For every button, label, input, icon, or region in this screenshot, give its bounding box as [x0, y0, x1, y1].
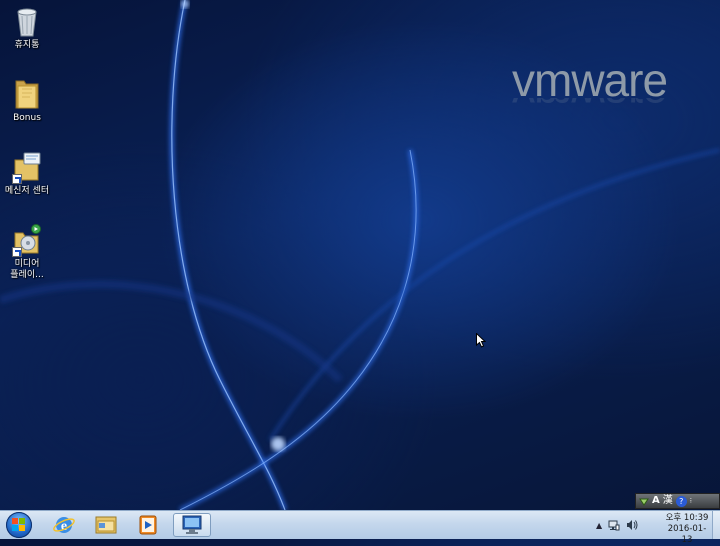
taskbar-internet-explorer[interactable]: e: [45, 513, 83, 537]
help-icon[interactable]: ?: [675, 495, 687, 507]
taskbar-media-player[interactable]: [129, 513, 167, 537]
file-explorer-icon: [95, 516, 117, 534]
messenger-center-icon: [12, 150, 42, 184]
messenger-center-shortcut[interactable]: 메신저 센터: [2, 150, 52, 197]
start-button[interactable]: [3, 512, 37, 538]
taskbar-vmware-tools[interactable]: [173, 513, 211, 537]
folder-icon: [12, 77, 42, 111]
bonus-folder-shortcut[interactable]: Bonus: [2, 77, 52, 124]
volume-icon[interactable]: [626, 519, 638, 531]
recycle-bin-shortcut[interactable]: 휴지통: [2, 4, 52, 51]
recycle-bin-label: 휴지통: [14, 40, 40, 50]
input-mode-button[interactable]: A: [652, 495, 660, 507]
clock-time: 오후 10:39: [665, 513, 709, 523]
input-method-icon[interactable]: [639, 496, 649, 506]
taskbar: e ▲ 오후 10:39 2016-01-13: [0, 510, 720, 545]
bonus-folder-label: Bonus: [13, 113, 41, 123]
desktop[interactable]: vmware vmware 휴지통 Bonus: [0, 0, 720, 510]
clock-date: 2016-01-13: [667, 524, 707, 545]
system-tray: ▲: [596, 517, 638, 533]
messenger-center-label: 메신저 센터: [4, 186, 50, 196]
recycle-bin-icon: [12, 4, 42, 38]
shortcut-arrow-icon: [12, 174, 22, 184]
language-bar[interactable]: A 漢 ? ⁝: [635, 493, 720, 509]
language-bar-options-icon[interactable]: ⁝: [690, 495, 692, 507]
system-clock[interactable]: 오후 10:39 2016-01-13: [664, 513, 710, 546]
media-player-label-line1: 미디어: [14, 259, 40, 269]
internet-explorer-icon: e: [53, 517, 75, 534]
show-hidden-icons-chevron-icon[interactable]: ▲: [596, 521, 602, 530]
show-desktop-button[interactable]: [712, 511, 720, 539]
taskbar-file-explorer[interactable]: [87, 513, 125, 537]
hanja-button[interactable]: 漢: [663, 495, 673, 507]
shortcut-arrow-icon: [12, 247, 22, 257]
network-icon[interactable]: [608, 519, 620, 531]
windows-logo-icon: [12, 518, 26, 532]
vmware-tools-icon: [182, 515, 202, 534]
media-player-label-line2: 플레이...: [10, 270, 44, 280]
media-player-icon: [139, 515, 157, 535]
vmware-logo-reflection: vmware: [512, 98, 720, 124]
media-player-icon: [12, 223, 42, 257]
media-player-shortcut[interactable]: 미디어 플레이...: [2, 223, 52, 281]
mouse-cursor-icon: [476, 333, 486, 348]
